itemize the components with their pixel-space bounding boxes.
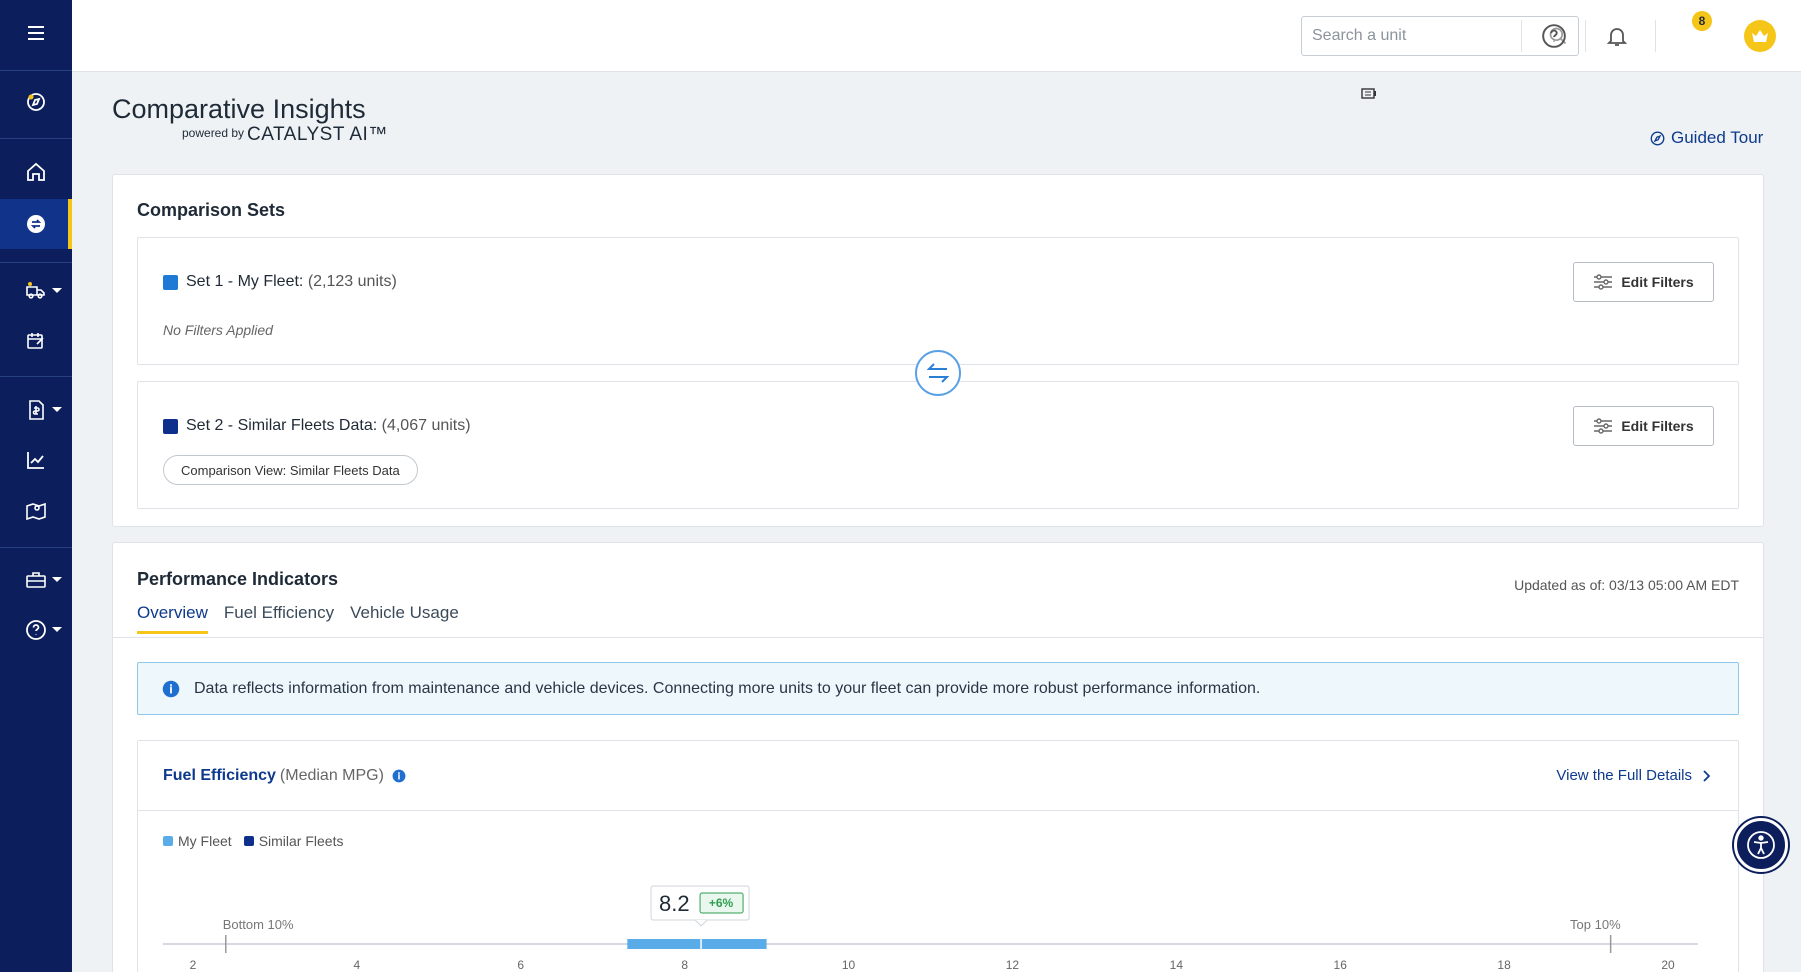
chart-line-icon[interactable] — [0, 437, 72, 483]
x-tick-label: 2 — [190, 958, 197, 972]
set-1-edit-filters-button[interactable]: Edit Filters — [1573, 262, 1714, 302]
set-2-edit-filters-button[interactable]: Edit Filters — [1573, 406, 1714, 446]
chevron-down-icon — [52, 577, 62, 582]
map-icon[interactable] — [0, 488, 72, 534]
x-tick-label: 10 — [842, 958, 856, 972]
x-tick-label: 20 — [1661, 958, 1675, 972]
divider — [1655, 20, 1656, 52]
powered-by-label: powered by — [182, 126, 245, 140]
median-value: 8.2 — [659, 891, 690, 916]
set-1-title: Set 1 - My Fleet: (2,123 units) — [186, 273, 397, 291]
accessibility-icon — [1747, 831, 1775, 859]
set-1-label: Set 1 - My Fleet: — [186, 273, 304, 290]
x-tick-label: 6 — [517, 958, 524, 972]
swap-arrows-icon — [926, 363, 950, 383]
compass-icon — [1650, 131, 1665, 145]
delta-value: +6% — [709, 896, 734, 910]
invoice-icon[interactable] — [0, 387, 72, 433]
crown-icon — [1752, 30, 1768, 42]
set-1-box: Set 1 - My Fleet: (2,123 units) Edit Fil… — [137, 237, 1739, 365]
menu-icon[interactable] — [0, 10, 72, 56]
truck-icon[interactable] — [0, 268, 72, 314]
my-fleet-range-bar — [627, 939, 767, 949]
set-2-title: Set 2 - Similar Fleets Data: (4,067 unit… — [186, 417, 471, 435]
sidebar-divider — [0, 70, 72, 71]
avatar[interactable] — [1744, 20, 1776, 52]
comparison-view-chip[interactable]: Comparison View: Similar Fleets Data — [163, 455, 418, 485]
catalyst-logo: CATALYST AI™ — [247, 124, 388, 145]
info-text: Data reflects information from maintenan… — [194, 679, 1261, 697]
compass-icon[interactable] — [0, 79, 72, 125]
notification-badge: 8 — [1692, 11, 1712, 31]
help-icon[interactable] — [1539, 21, 1569, 51]
search-box — [1301, 16, 1579, 56]
x-tick-label: 4 — [354, 958, 361, 972]
set-1-swatch — [163, 275, 178, 290]
search-input[interactable] — [1302, 17, 1532, 55]
accessibility-button[interactable] — [1734, 818, 1788, 872]
divider — [1585, 20, 1586, 52]
swap-sets-button[interactable] — [915, 350, 961, 396]
home-icon[interactable] — [0, 149, 72, 195]
info-banner: Data reflects information from maintenan… — [137, 662, 1739, 715]
sidebar-divider — [0, 262, 72, 263]
x-tick-label: 12 — [1006, 958, 1020, 972]
bottom-10-label: Bottom 10% — [223, 917, 294, 932]
help-icon[interactable] — [0, 607, 72, 653]
updated-timestamp: Updated as of: 03/13 05:00 AM EDT — [1514, 577, 1739, 593]
edit-filters-label: Edit Filters — [1621, 418, 1694, 434]
x-tick-label: 18 — [1497, 958, 1511, 972]
set-2-units: (4,067 units) — [381, 417, 471, 434]
sidebar-divider — [0, 547, 72, 548]
sidebar — [0, 0, 72, 972]
sidebar-divider — [0, 376, 72, 377]
toolbox-icon[interactable] — [0, 557, 72, 603]
top-10-label: Top 10% — [1570, 917, 1621, 932]
edit-filters-label: Edit Filters — [1621, 274, 1694, 290]
x-tick-label: 14 — [1170, 958, 1184, 972]
chevron-down-icon — [52, 288, 62, 293]
tab-vehicle-usage[interactable]: Vehicle Usage — [350, 603, 459, 634]
page-title: Comparative Insights — [112, 94, 366, 124]
chevron-down-icon — [52, 407, 62, 412]
no-filters-note: No Filters Applied — [163, 322, 273, 338]
performance-title: Performance Indicators — [137, 569, 339, 589]
filter-sliders-icon — [1594, 418, 1613, 434]
comparative-insights-icon[interactable] — [0, 199, 72, 249]
chevron-down-icon — [52, 627, 62, 632]
fuel-efficiency-chart: 2 4 6 8 10 12 14 16 18 20 Bottom 10% Top 10% 8.2 +6% — [163, 885, 1698, 972]
performance-tabs: Overview Fuel Efficiency Vehicle Usage — [137, 603, 459, 634]
tab-overview[interactable]: Overview — [137, 603, 208, 634]
set-2-label: Set 2 - Similar Fleets Data: — [186, 417, 378, 434]
x-tick-label: 16 — [1334, 958, 1348, 972]
tabs-divider — [113, 637, 1763, 638]
comparison-sets-title: Comparison Sets — [137, 200, 286, 220]
tab-fuel-efficiency[interactable]: Fuel Efficiency — [224, 603, 334, 634]
x-tick-label: 8 — [681, 958, 688, 972]
filter-sliders-icon — [1594, 274, 1613, 290]
set-2-swatch — [163, 419, 178, 434]
callout-pointer — [694, 919, 708, 927]
info-icon — [162, 680, 180, 697]
guided-tour-label: Guided Tour — [1671, 128, 1764, 147]
bell-icon[interactable] — [1602, 21, 1632, 51]
calendar-wrench-icon[interactable] — [0, 318, 72, 364]
divider — [1521, 20, 1522, 52]
top-bar: 8 — [72, 0, 1801, 72]
sidebar-divider — [0, 138, 72, 139]
guided-tour-link[interactable]: Guided Tour — [1650, 128, 1763, 148]
set-1-units: (2,123 units) — [307, 273, 397, 290]
set-2-box: Set 2 - Similar Fleets Data: (4,067 unit… — [137, 381, 1739, 509]
fuel-efficiency-card: Fuel Efficiency (Median MPG) View the Fu… — [137, 740, 1739, 972]
panel-icon[interactable] — [1361, 88, 1377, 100]
